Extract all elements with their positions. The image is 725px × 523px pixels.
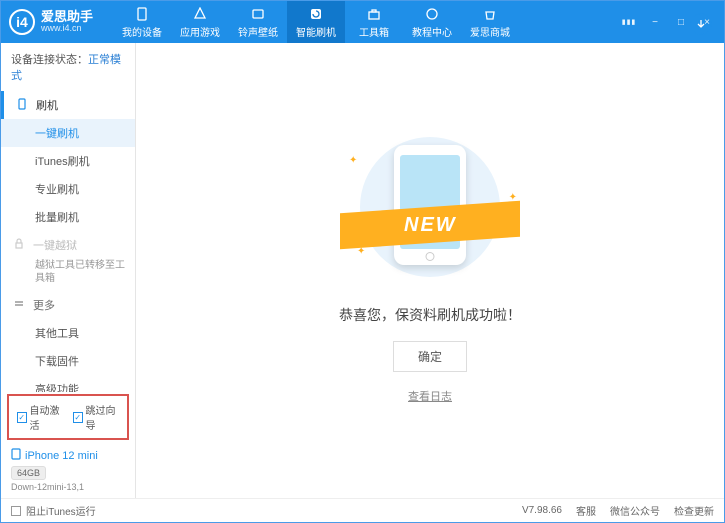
wechat-link[interactable]: 微信公众号 [610,503,660,518]
phone-small-icon [16,98,28,113]
nav-label: 智能刷机 [296,24,336,39]
device-icon [11,448,21,463]
app-window: i4 爱思助手 www.i4.cn 我的设备 应用游戏 铃声壁纸 智能刷机 [0,0,725,523]
sidebar: 设备连接状态：正常模式 刷机 一键刷机 iTunes刷机 专业刷机 批量刷机 一… [1,43,136,498]
ribbon-text: NEW [404,214,457,237]
sidebar-item-other[interactable]: 其他工具 [1,319,135,347]
phone-icon [134,6,150,22]
apps-icon [192,6,208,22]
update-link[interactable]: 检查更新 [674,503,714,518]
app-title: 爱思助手 [41,10,93,24]
nav-label: 铃声壁纸 [238,24,278,39]
refresh-icon [308,6,324,22]
group-label: 刷机 [36,97,58,113]
nav-my-device[interactable]: 我的设备 [113,1,171,43]
sidebar-tree: 刷机 一键刷机 iTunes刷机 专业刷机 批量刷机 一键越狱 越狱工具已转移至… [1,91,135,392]
maximize-button[interactable]: □ [672,13,690,31]
device-sub: Down-12mini-13,1 [11,482,125,492]
nav-label: 应用游戏 [180,24,220,39]
sidebar-item-itunes[interactable]: iTunes刷机 [1,147,135,175]
nav-tutorial[interactable]: 教程中心 [403,1,461,43]
checkbox-icon: ✓ [17,412,27,423]
group-label: 更多 [33,297,55,313]
titlebar: i4 爱思助手 www.i4.cn 我的设备 应用游戏 铃声壁纸 智能刷机 [1,1,724,43]
menu-button[interactable]: ▮▮▮ [620,13,638,31]
shop-icon [482,6,498,22]
checkbox-icon: ✓ [73,412,83,423]
logo-icon: i4 [9,9,35,35]
sidebar-group-flash[interactable]: 刷机 [1,91,135,119]
main-content: ✦ ✦ ✦ NEW 恭喜您，保资料刷机成功啦！ 确定 查看日志 [136,43,724,498]
service-link[interactable]: 客服 [576,503,596,518]
connection-status: 设备连接状态：正常模式 [1,43,135,91]
status-label: 设备连接状态： [11,54,88,66]
footer: 阻止iTunes运行 V7.98.66 客服 微信公众号 检查更新 [1,498,724,522]
version-text: V7.98.66 [522,505,562,516]
ok-button[interactable]: 确定 [393,341,467,372]
ringtone-icon [250,6,266,22]
sidebar-group-more[interactable]: 更多 [1,291,135,319]
nav-smart-flash[interactable]: 智能刷机 [287,1,345,43]
device-panel[interactable]: iPhone 12 mini 64GB Down-12mini-13,1 [1,442,135,498]
nav-apps[interactable]: 应用游戏 [171,1,229,43]
nav-label: 爱思商城 [470,24,510,39]
sparkle-icon: ✦ [349,155,357,166]
success-message: 恭喜您，保资料刷机成功啦！ [339,305,521,325]
nav-label: 我的设备 [122,24,162,39]
toolbox-icon [366,6,382,22]
footer-right: V7.98.66 客服 微信公众号 检查更新 [522,503,714,518]
lock-icon [13,238,25,253]
group-label: 一键越狱 [33,237,77,253]
nav-label: 教程中心 [412,24,452,39]
checkbox-auto-activate[interactable]: ✓ 自动激活 [17,402,63,432]
sidebar-item-advanced[interactable]: 高级功能 [1,375,135,392]
options-highlight-box: ✓ 自动激活 ✓ 跳过向导 [7,394,129,440]
jailbreak-note: 越狱工具已转移至工具箱 [1,259,135,291]
nav-label: 工具箱 [359,24,389,39]
sidebar-item-download[interactable]: 下载固件 [1,347,135,375]
checkbox-icon [11,506,21,516]
brand-text: 爱思助手 www.i4.cn [41,10,93,34]
block-itunes-checkbox[interactable]: 阻止iTunes运行 [11,503,96,518]
checkbox-skip-guide[interactable]: ✓ 跳过向导 [73,402,119,432]
sidebar-item-batch[interactable]: 批量刷机 [1,203,135,231]
more-icon [13,298,25,313]
checkbox-label: 自动激活 [30,402,63,432]
nav-shop[interactable]: 爱思商城 [461,1,519,43]
sidebar-item-oneclick[interactable]: 一键刷机 [1,119,135,147]
minimize-button[interactable]: − [646,13,664,31]
app-url: www.i4.cn [41,24,93,34]
download-circle-button[interactable] [658,53,680,75]
nav-toolbox[interactable]: 工具箱 [345,1,403,43]
checkbox-label: 跳过向导 [86,402,119,432]
user-circle-button[interactable] [688,53,710,75]
download-icon[interactable] [690,13,712,35]
view-log-link[interactable]: 查看日志 [408,388,452,404]
checkbox-label: 阻止iTunes运行 [26,503,96,518]
sidebar-group-jailbreak[interactable]: 一键越狱 [1,231,135,259]
storage-badge: 64GB [11,466,46,480]
top-nav: 我的设备 应用游戏 铃声壁纸 智能刷机 工具箱 教程中心 [113,1,620,43]
success-illustration: ✦ ✦ ✦ NEW [345,137,515,287]
body: 设备连接状态：正常模式 刷机 一键刷机 iTunes刷机 专业刷机 批量刷机 一… [1,43,724,498]
circle-buttons [658,53,710,75]
header-right-circles [690,13,712,35]
nav-ringtone[interactable]: 铃声壁纸 [229,1,287,43]
device-name-text: iPhone 12 mini [25,450,98,462]
tutorial-icon [424,6,440,22]
device-name: iPhone 12 mini [11,448,125,463]
sidebar-item-pro[interactable]: 专业刷机 [1,175,135,203]
